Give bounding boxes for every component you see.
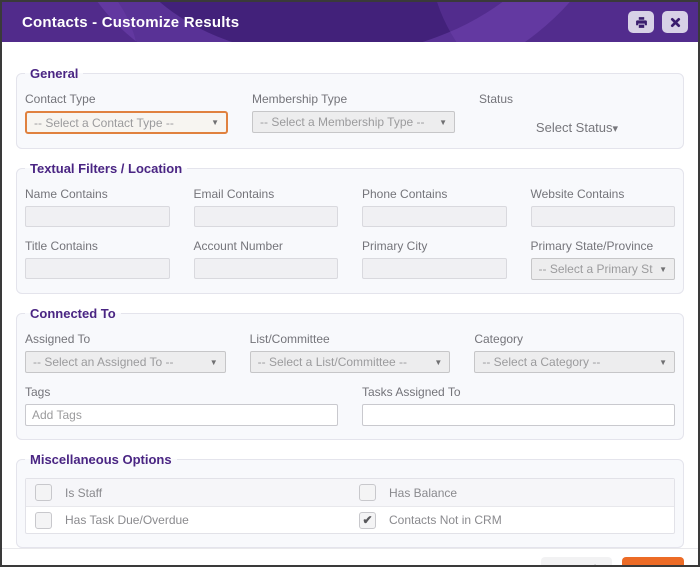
- has-task-due-checkbox[interactable]: [35, 511, 52, 529]
- email-contains-input[interactable]: [193, 206, 338, 227]
- membership-type-label: Membership Type: [252, 92, 348, 106]
- chevron-down-icon: ▼: [209, 357, 218, 367]
- primary-state-field: Primary State/Province -- Select a Prima…: [530, 239, 675, 280]
- website-contains-input[interactable]: [530, 206, 675, 227]
- assigned-to-field: Assigned To -- Select an Assigned To -- …: [25, 332, 226, 373]
- print-button[interactable]: [628, 11, 654, 33]
- modal-footer: Cancel Done: [2, 548, 698, 565]
- name-contains-label: Name Contains: [25, 187, 108, 201]
- email-contains-label: Email Contains: [193, 187, 275, 201]
- done-button[interactable]: Done: [621, 557, 684, 565]
- tasks-assigned-to-label: Tasks Assigned To: [362, 385, 461, 399]
- membership-type-select[interactable]: -- Select a Membership Type -- ▼: [252, 111, 455, 133]
- website-contains-field: Website Contains: [530, 187, 675, 227]
- section-textual-filters-title: Textual Filters / Location: [30, 161, 183, 176]
- status-dropdown[interactable]: Select Status▾: [479, 120, 675, 135]
- chevron-down-icon: ▼: [439, 117, 447, 127]
- title-contains-input[interactable]: [25, 258, 170, 279]
- section-textual-filters: Textual Filters / Location Name Contains…: [16, 161, 684, 294]
- primary-state-select[interactable]: -- Select a Primary State/Province -- ▼: [530, 258, 675, 280]
- tasks-assigned-to-field: Tasks Assigned To: [362, 385, 675, 426]
- close-button[interactable]: [662, 11, 688, 33]
- phone-contains-input[interactable]: [362, 206, 507, 227]
- section-connected-to-title: Connected To: [30, 306, 116, 321]
- has-balance-option[interactable]: Has Balance: [350, 484, 674, 501]
- contact-type-field: Contact Type -- Select a Contact Type --…: [25, 92, 228, 135]
- contact-type-label: Contact Type: [25, 92, 96, 106]
- chevron-down-icon: ▼: [211, 118, 219, 127]
- phone-contains-label: Phone Contains: [362, 187, 448, 201]
- chevron-down-icon: ▼: [659, 264, 667, 274]
- contact-type-select[interactable]: -- Select a Contact Type -- ▼: [25, 111, 228, 134]
- title-contains-field: Title Contains: [25, 239, 170, 280]
- category-select[interactable]: -- Select a Category -- ▼: [474, 351, 676, 373]
- primary-city-label: Primary City: [362, 239, 428, 253]
- modal-title: Contacts - Customize Results: [22, 13, 240, 31]
- account-number-input[interactable]: [193, 258, 338, 279]
- contacts-not-in-crm-option[interactable]: ✔ Contacts Not in CRM: [350, 511, 674, 529]
- section-general-title: General: [30, 66, 79, 81]
- is-staff-option[interactable]: Is Staff: [26, 484, 350, 501]
- tasks-assigned-to-input[interactable]: [362, 404, 675, 426]
- website-contains-label: Website Contains: [530, 187, 625, 201]
- section-general: General Contact Type -- Select a Contact…: [16, 66, 684, 149]
- header-actions: [628, 11, 688, 33]
- cancel-button[interactable]: Cancel: [541, 557, 612, 565]
- list-committee-label: List/Committee: [249, 332, 330, 346]
- close-icon: [670, 17, 681, 28]
- chevron-down-icon: ▼: [434, 357, 443, 367]
- section-connected-to: Connected To Assigned To -- Select an As…: [16, 306, 684, 440]
- customize-results-modal: Contacts - Customize Results General Con…: [0, 0, 700, 567]
- status-field: Status Select Status▾: [479, 92, 675, 135]
- assigned-to-select[interactable]: -- Select an Assigned To -- ▼: [25, 351, 226, 373]
- category-field: Category -- Select a Category -- ▼: [474, 332, 676, 373]
- list-committee-select[interactable]: -- Select a List/Committee -- ▼: [249, 351, 451, 373]
- email-contains-field: Email Contains: [193, 187, 338, 227]
- checkbox-row: Has Task Due/Overdue ✔ Contacts Not in C…: [26, 506, 674, 533]
- section-miscellaneous: Miscellaneous Options Is Staff Has Balan…: [16, 452, 684, 548]
- print-icon: [635, 16, 648, 29]
- modal-header: Contacts - Customize Results: [2, 2, 698, 42]
- account-number-label: Account Number: [193, 239, 283, 253]
- section-miscellaneous-title: Miscellaneous Options: [30, 452, 172, 467]
- tags-input[interactable]: [25, 404, 338, 426]
- account-number-field: Account Number: [193, 239, 338, 280]
- category-label: Category: [474, 332, 524, 346]
- phone-contains-field: Phone Contains: [362, 187, 507, 227]
- checkbox-row: Is Staff Has Balance: [26, 479, 674, 506]
- is-staff-checkbox[interactable]: [35, 484, 52, 501]
- chevron-down-icon: ▼: [659, 357, 668, 367]
- caret-down-icon: ▾: [612, 123, 619, 135]
- tags-label: Tags: [25, 385, 51, 399]
- tags-field: Tags: [25, 385, 338, 426]
- has-balance-checkbox[interactable]: [359, 484, 376, 501]
- modal-body: General Contact Type -- Select a Contact…: [2, 42, 698, 548]
- primary-city-field: Primary City: [362, 239, 507, 280]
- misc-checkbox-list: Is Staff Has Balance Has Task Due/Overdu…: [25, 478, 675, 534]
- assigned-to-label: Assigned To: [25, 332, 91, 346]
- name-contains-input[interactable]: [25, 206, 170, 227]
- contacts-not-in-crm-checkbox[interactable]: ✔: [359, 511, 376, 529]
- primary-city-input[interactable]: [362, 258, 507, 279]
- status-label: Status: [479, 92, 514, 106]
- primary-state-label: Primary State/Province: [530, 239, 654, 253]
- membership-type-field: Membership Type -- Select a Membership T…: [252, 92, 455, 135]
- has-task-due-option[interactable]: Has Task Due/Overdue: [26, 511, 350, 529]
- list-committee-field: List/Committee -- Select a List/Committe…: [249, 332, 451, 373]
- name-contains-field: Name Contains: [25, 187, 170, 227]
- title-contains-label: Title Contains: [25, 239, 98, 253]
